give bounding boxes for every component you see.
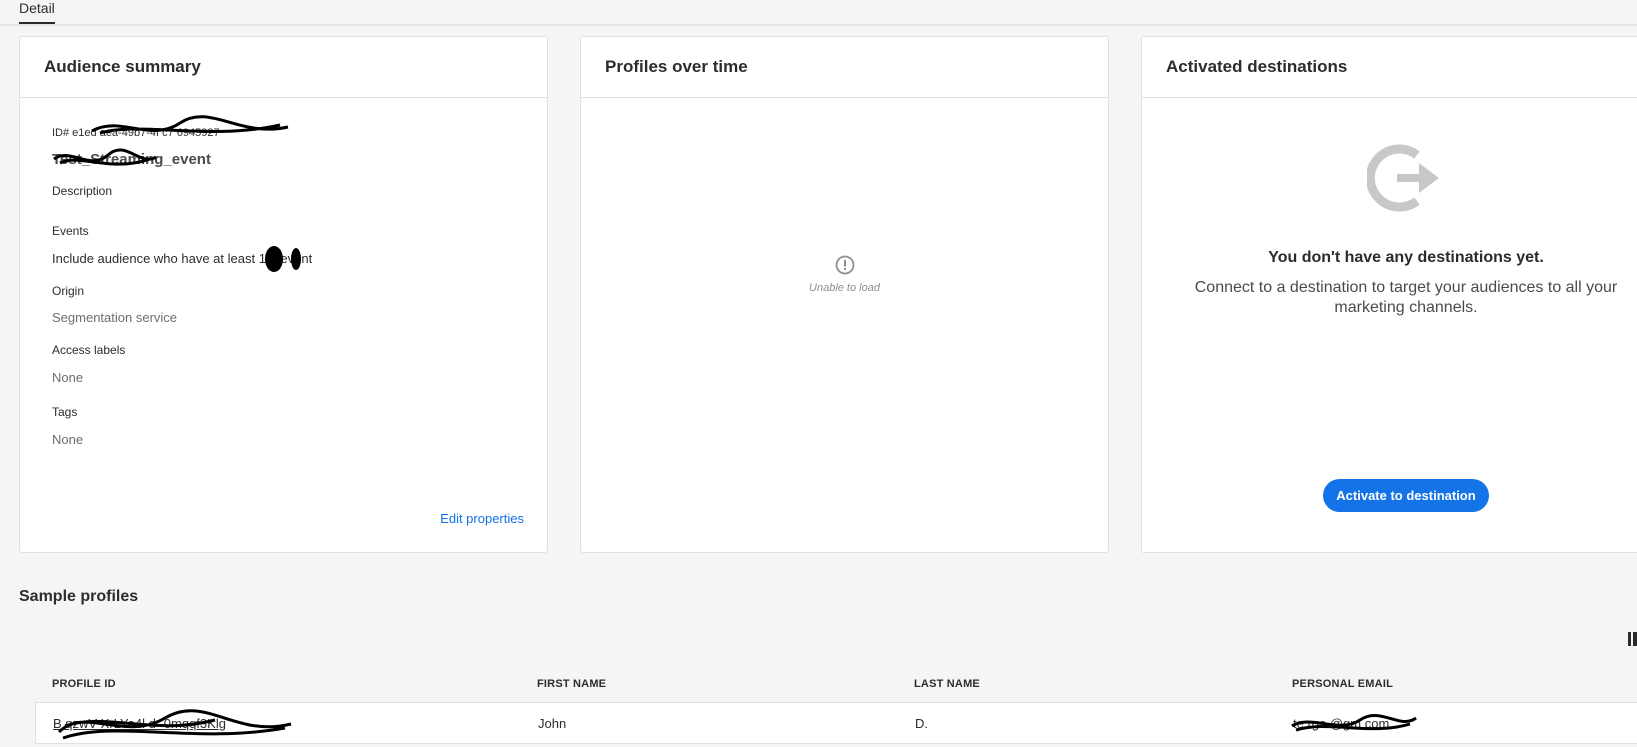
column-settings-icon[interactable] bbox=[1628, 632, 1637, 646]
access-labels-value: None bbox=[52, 370, 84, 385]
audience-summary-card: Audience summary ID# e1ed aea-49b7-4f c7… bbox=[19, 36, 548, 553]
audience-id: ID# e1ed aea-49b7-4f c7 6945927 bbox=[52, 127, 220, 139]
personal-email-cell: te rgo @gm com bbox=[1293, 716, 1390, 731]
alert-circle-icon bbox=[835, 255, 854, 275]
tags-value: None bbox=[52, 432, 84, 447]
unable-to-load: Unable to load bbox=[581, 255, 1108, 294]
access-labels-label: Access labels bbox=[52, 343, 126, 357]
table-row[interactable]: B qzwV XrLYa4l d -0mqqf3Klg John D. te r… bbox=[35, 702, 1637, 744]
edit-properties-link[interactable]: Edit properties bbox=[440, 511, 524, 526]
events-value: Include audience who have at least 1 g e… bbox=[52, 251, 313, 266]
activated-destinations-card: Activated destinations You don't have an… bbox=[1141, 36, 1637, 553]
activate-to-destination-button[interactable]: Activate to destination bbox=[1323, 479, 1489, 512]
unable-to-load-text: Unable to load bbox=[809, 282, 880, 294]
first-name-cell: John bbox=[538, 716, 567, 731]
last-name-cell: D. bbox=[915, 716, 928, 731]
profile-id-link[interactable]: B qzwV XrLYa4l d -0mqqf3Klg bbox=[53, 716, 226, 731]
tab-detail[interactable]: Detail bbox=[19, 0, 55, 24]
profiles-over-time-title: Profiles over time bbox=[581, 37, 1108, 98]
sample-profiles-title: Sample profiles bbox=[19, 588, 139, 605]
description-label: Description bbox=[52, 184, 113, 198]
profiles-over-time-card: Profiles over time Unable to load bbox=[580, 36, 1109, 553]
destination-export-icon bbox=[1367, 144, 1439, 212]
empty-state-title: You don't have any destinations yet. bbox=[1268, 249, 1544, 266]
column-header-first-name[interactable]: FIRST NAME bbox=[537, 678, 606, 690]
tab-bar: Detail bbox=[0, 0, 1637, 26]
empty-state-text: Connect to a destination to target your … bbox=[1194, 279, 1618, 316]
activated-destinations-title: Activated destinations bbox=[1142, 37, 1637, 98]
column-header-personal-email[interactable]: PERSONAL EMAIL bbox=[1292, 678, 1393, 690]
audience-name: Test_Streaming_event bbox=[52, 151, 211, 168]
origin-value: Segmentation service bbox=[52, 310, 178, 325]
column-header-profile-id[interactable]: PROFILE ID bbox=[52, 678, 116, 690]
column-header-last-name[interactable]: LAST NAME bbox=[914, 678, 980, 690]
origin-label: Origin bbox=[52, 284, 85, 298]
events-label: Events bbox=[52, 224, 89, 238]
tags-label: Tags bbox=[52, 405, 78, 419]
audience-summary-title: Audience summary bbox=[20, 37, 547, 98]
